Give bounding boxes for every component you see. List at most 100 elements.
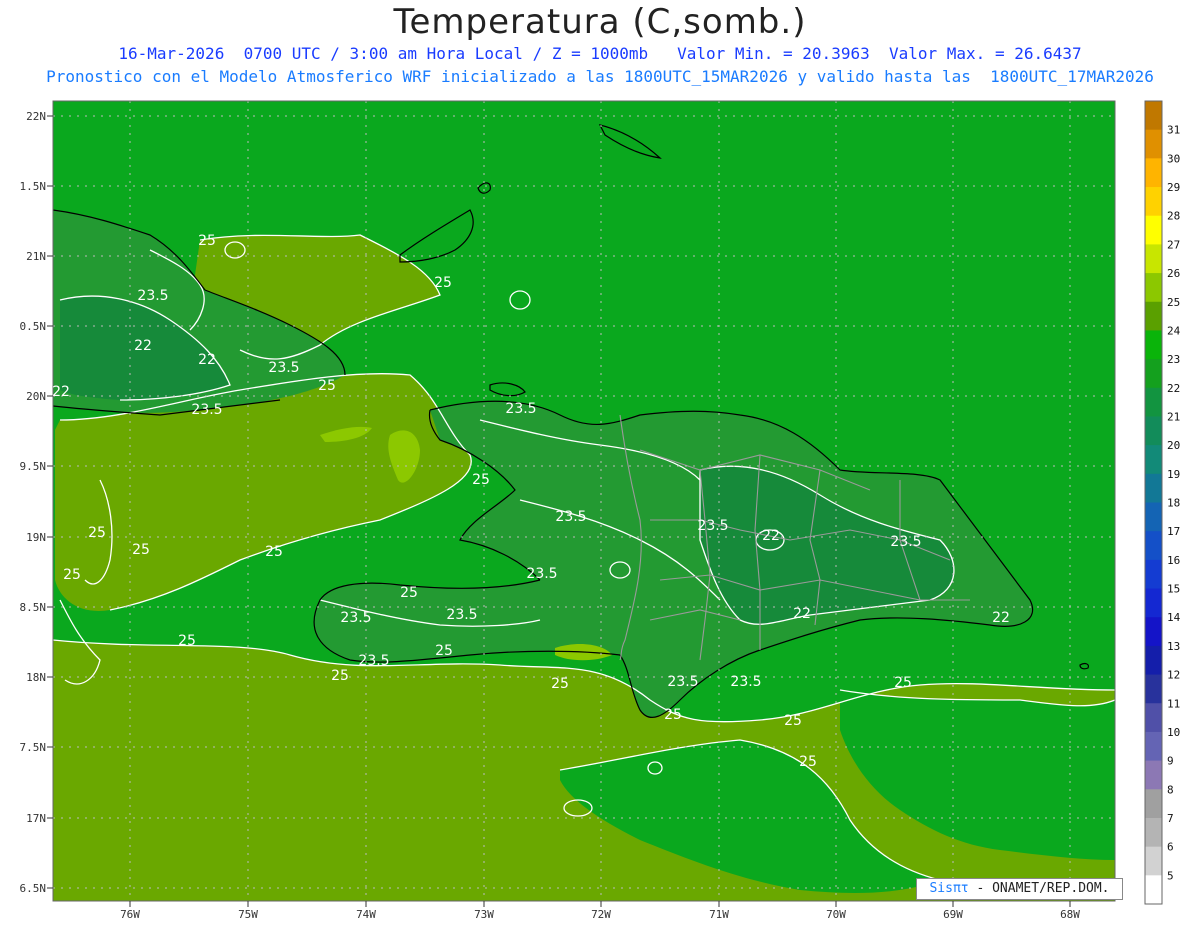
lat-tick-label: 20N — [26, 390, 46, 403]
contour-label: 25 — [178, 633, 196, 649]
colorbar-swatch — [1145, 473, 1162, 503]
colorbar-swatch — [1145, 531, 1162, 561]
lon-tick-label: 76W — [120, 908, 140, 921]
colorbar-label: 24 — [1167, 324, 1181, 337]
lat-tick-label: 19N — [26, 531, 46, 544]
lon-tick-label: 71W — [709, 908, 729, 921]
lat-tick-label: 17N — [26, 812, 46, 825]
contour-label: 25 — [331, 668, 349, 684]
contour-label: 22 — [793, 606, 811, 622]
colorbar-label: 6 — [1167, 841, 1174, 854]
contour-label: 23.5 — [526, 566, 557, 582]
contour-label: 25 — [63, 567, 81, 583]
colorbar-swatch — [1145, 330, 1162, 360]
colorbar-swatch — [1145, 645, 1162, 676]
colorbar-swatch — [1145, 817, 1162, 848]
contour-label: 23.5 — [446, 607, 477, 623]
colorbar-swatch — [1145, 674, 1162, 704]
colorbar-label: 11 — [1167, 697, 1180, 710]
colorbar-label: 30 — [1167, 152, 1180, 165]
colorbar-swatch — [1145, 301, 1162, 331]
colorbar-label: 5 — [1167, 869, 1174, 882]
colorbar-label: 13 — [1167, 640, 1180, 653]
colorbar-label: 31 — [1167, 124, 1180, 137]
contour-label: 25 — [784, 713, 802, 729]
contour-label: 23.5 — [137, 288, 168, 304]
contour-label: 25 — [318, 378, 336, 394]
contour-label: 25 — [132, 542, 150, 558]
colorbar-swatch — [1145, 244, 1162, 274]
lat-tick-label: 9.5N — [20, 460, 47, 473]
colorbar-swatch — [1145, 215, 1162, 245]
colorbar-swatch — [1145, 129, 1162, 159]
latitude-axis: 22N 1.5N 21N 0.5N 20N 9.5N 19N 8.5N 18N 7.5N 17N 6.… — [20, 110, 53, 895]
lat-tick-label: 8.5N — [20, 601, 47, 614]
lat-tick-label: 18N — [26, 671, 46, 684]
colorbar-label: 10 — [1167, 726, 1180, 739]
colorbar-label: 21 — [1167, 410, 1180, 423]
contour-label: 25 — [551, 676, 569, 692]
colorbar-label: 15 — [1167, 583, 1180, 596]
credit-text: - ONAMET/REP.DOM. — [968, 881, 1110, 896]
contour-label: 22 — [198, 352, 216, 368]
contour-label: 25 — [435, 643, 453, 659]
lat-tick-label: 6.5N — [20, 882, 47, 895]
contour-label: 23.5 — [697, 518, 728, 534]
colorbar-swatch — [1145, 101, 1162, 131]
colorbar-swatch — [1145, 273, 1162, 303]
colorbar-swatch — [1145, 703, 1162, 733]
contour-label: 23.5 — [667, 674, 698, 690]
colorbar-swatch — [1145, 846, 1162, 876]
credit-box: Sisπτ - ONAMET/REP.DOM. — [916, 878, 1123, 900]
brand-logo: Sisπτ — [929, 881, 969, 896]
subtitle-valid-time: 16-Mar-2026 0700 UTC / 3:00 am Hora Loca… — [118, 44, 1082, 63]
contour-label: 23.5 — [890, 534, 921, 550]
contour-label: 25 — [472, 472, 490, 488]
colorbar-swatch — [1145, 588, 1162, 618]
lat-tick-label: 21N — [26, 250, 46, 263]
contour-label: 25 — [664, 707, 682, 723]
colorbar-swatch — [1145, 187, 1162, 217]
contour-label: 25 — [894, 675, 912, 691]
lon-tick-label: 70W — [826, 908, 846, 921]
colorbar-label: 17 — [1167, 525, 1180, 538]
contour-label: 23.5 — [730, 674, 761, 690]
colorbar-label: 29 — [1167, 181, 1180, 194]
colorbar-swatch — [1145, 760, 1162, 790]
colorbar-label: 22 — [1167, 382, 1180, 395]
colorbar-label: 8 — [1167, 783, 1174, 796]
longitude-axis: 76W 75W 74W 73W 72W 71W 70W 69W 68W — [120, 901, 1080, 921]
colorbar-swatch — [1145, 445, 1162, 475]
lat-tick-label: 7.5N — [20, 741, 47, 754]
colorbar-swatch — [1145, 559, 1162, 590]
lon-tick-label: 74W — [356, 908, 376, 921]
colorbar-label: 14 — [1167, 611, 1181, 624]
contour-label: 22 — [992, 610, 1010, 626]
lat-tick-label: 0.5N — [20, 320, 47, 333]
contour-label: 22 — [134, 338, 152, 354]
contour-label: 25 — [434, 275, 452, 291]
lon-tick-label: 72W — [591, 908, 611, 921]
map-plot-area — [53, 101, 1115, 901]
colorbar-swatch — [1145, 731, 1162, 762]
colorbar-label: 7 — [1167, 812, 1174, 825]
colorbar-swatch — [1145, 416, 1162, 446]
lat-tick-label: 22N — [26, 110, 46, 123]
contour-label: 23.5 — [191, 402, 222, 418]
contour-label: 23.5 — [268, 360, 299, 376]
colorbar-swatch — [1145, 789, 1162, 819]
contour-label: 23.5 — [358, 653, 389, 669]
lon-tick-label: 68W — [1060, 908, 1080, 921]
colorbar-label: 18 — [1167, 497, 1180, 510]
lon-tick-label: 75W — [238, 908, 258, 921]
contour-label: 25 — [400, 585, 418, 601]
colorbar-label: 23 — [1167, 353, 1180, 366]
contour-label: 22 — [52, 384, 70, 400]
colorbar-swatch — [1145, 387, 1162, 417]
contour-label: 25 — [799, 754, 817, 770]
subtitle-model-info: Pronostico con el Modelo Atmosferico WRF… — [46, 67, 1154, 86]
contour-label: 22 — [762, 528, 780, 544]
contour-label: 23.5 — [555, 509, 586, 525]
lon-tick-label: 69W — [943, 908, 963, 921]
contour-label: 25 — [265, 544, 283, 560]
